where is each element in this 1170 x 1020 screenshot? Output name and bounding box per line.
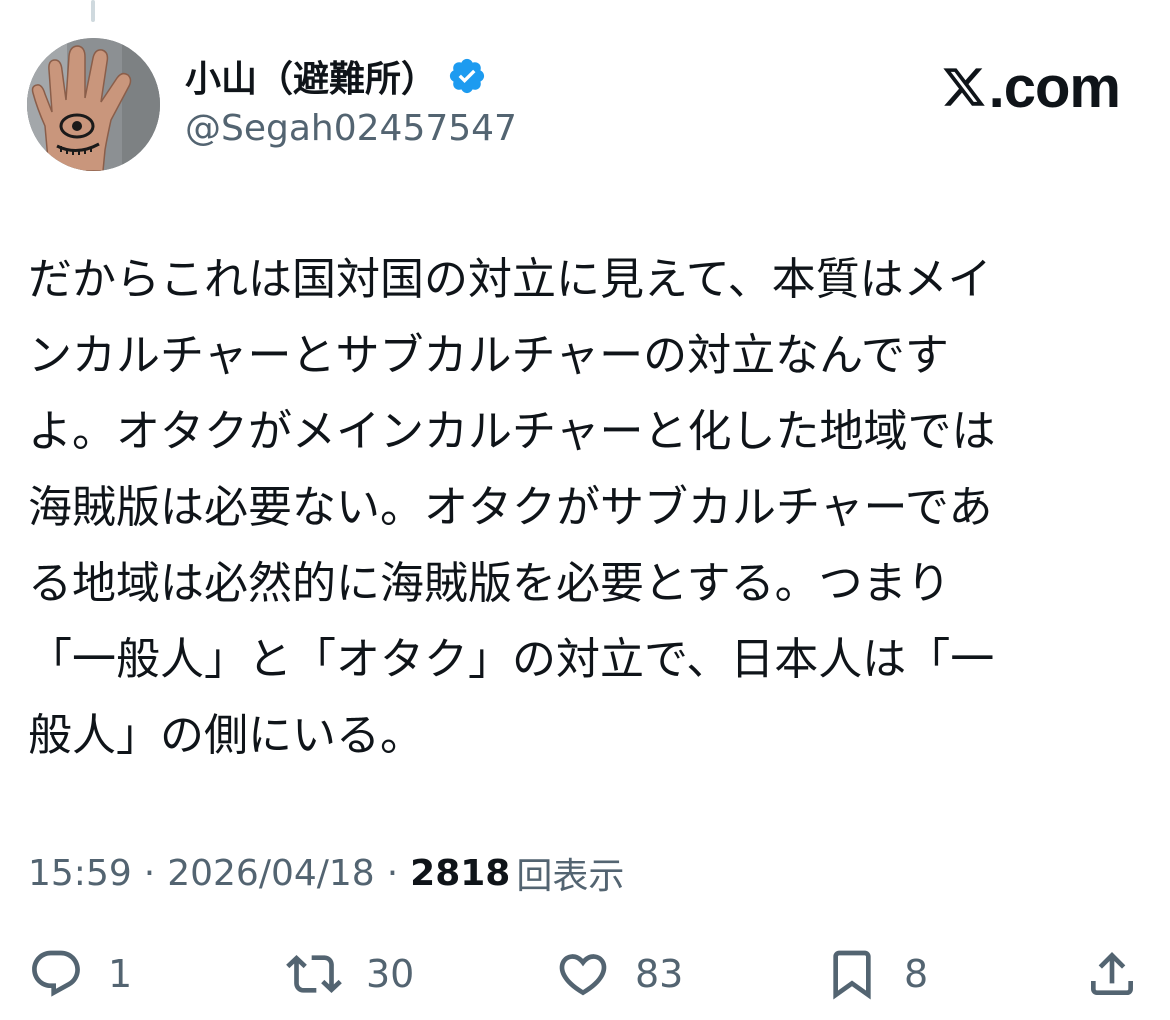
retweet-icon [286, 946, 342, 1002]
views-count[interactable]: 2818 [410, 853, 510, 894]
author-header: 小山（避難所） @Segah02457547 [185, 50, 517, 149]
meta-separator: · [143, 852, 156, 894]
meta-separator: · [386, 852, 399, 894]
verified-badge-icon[interactable] [447, 56, 487, 96]
share-icon [1084, 946, 1140, 1002]
reply-count: 1 [108, 952, 133, 996]
bookmark-icon [824, 946, 880, 1002]
tweet-text: だからこれは国対国の対立に見えて、本質はメイ ンカルチャーとサブカルチャーの対立… [28, 254, 996, 761]
like-count: 83 [635, 952, 684, 996]
tweet-meta: 15:59 · 2026/04/18 · 2818 回表示 [28, 845, 624, 901]
tweet-date[interactable]: 2026/04/18 [167, 853, 375, 894]
retweet-count: 30 [366, 952, 415, 996]
retweet-button[interactable]: 30 [286, 944, 414, 1004]
tweet-time[interactable]: 15:59 [28, 853, 132, 894]
brand-domain-text: .com [988, 54, 1121, 120]
share-button[interactable] [1084, 944, 1140, 1004]
x-brand-logo: .com [941, 52, 1121, 122]
thread-connector-line [91, 0, 95, 22]
avatar[interactable] [27, 38, 160, 171]
bookmark-count: 8 [904, 952, 929, 996]
reply-button[interactable]: 1 [28, 944, 132, 1004]
heart-icon [555, 946, 611, 1002]
like-button[interactable]: 83 [555, 944, 683, 1004]
bookmark-button[interactable]: 8 [824, 944, 928, 1004]
x-logo-icon [941, 64, 987, 110]
views-label: 回表示 [516, 856, 625, 897]
hand-eye-avatar-icon [27, 38, 160, 171]
author-display-name[interactable]: 小山（避難所） [185, 50, 437, 102]
author-name-row: 小山（避難所） [185, 50, 517, 102]
author-handle[interactable]: @Segah02457547 [185, 108, 517, 149]
reply-icon [28, 946, 84, 1002]
